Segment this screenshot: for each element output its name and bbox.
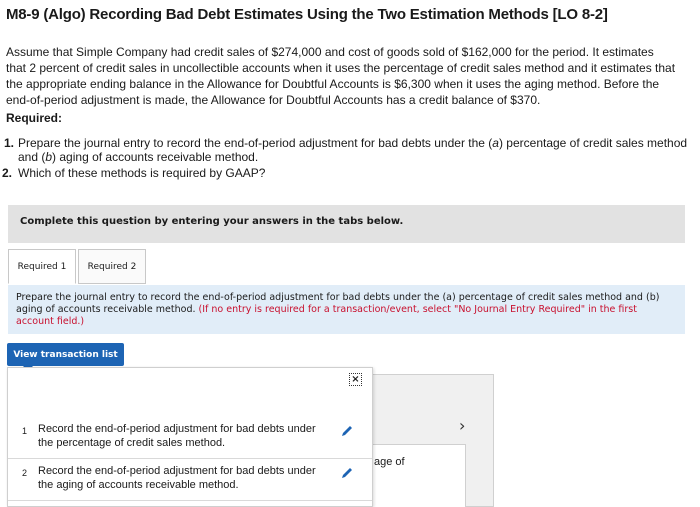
- problem-intro: Assume that Simple Company had credit sa…: [6, 45, 676, 107]
- instructions-banner: Complete this question by entering your …: [8, 205, 685, 243]
- transaction-text: Record the end-of-period adjustment for …: [38, 423, 316, 449]
- close-icon[interactable]: ×: [349, 373, 362, 386]
- next-chevron-icon[interactable]: ›: [459, 416, 465, 435]
- requirement-number: 2.: [2, 166, 13, 180]
- journal-panel-card: [372, 444, 466, 507]
- page-title: M8-9 (Algo) Recording Bad Debt Estimates…: [6, 6, 608, 23]
- pencil-icon[interactable]: [340, 466, 354, 480]
- transaction-row[interactable]: 2 Record the end-of-period adjustment fo…: [8, 464, 372, 501]
- banner-text: Complete this question by entering your …: [20, 216, 404, 227]
- requirement-number: 1.: [4, 136, 15, 150]
- required-heading: Required:: [6, 111, 63, 125]
- tab-required-1[interactable]: Required 1: [8, 249, 76, 284]
- journal-panel-text: age of: [374, 456, 405, 468]
- transaction-text: Record the end-of-period adjustment for …: [38, 465, 316, 491]
- requirements-list: 1. Prepare the journal entry to record t…: [0, 136, 695, 182]
- transaction-row[interactable]: 1 Record the end-of-period adjustment fo…: [8, 422, 372, 459]
- transaction-number: 1: [22, 426, 28, 436]
- transaction-number: 2: [22, 468, 28, 478]
- tab-required-2[interactable]: Required 2: [78, 249, 146, 284]
- requirement-1: 1. Prepare the journal entry to record t…: [4, 136, 688, 164]
- requirement-2: 2. Which of these methods is required by…: [2, 166, 266, 180]
- view-transaction-list-button[interactable]: View transaction list: [7, 343, 124, 371]
- pencil-icon[interactable]: [340, 424, 354, 438]
- tab-prompt: Prepare the journal entry to record the …: [8, 285, 685, 334]
